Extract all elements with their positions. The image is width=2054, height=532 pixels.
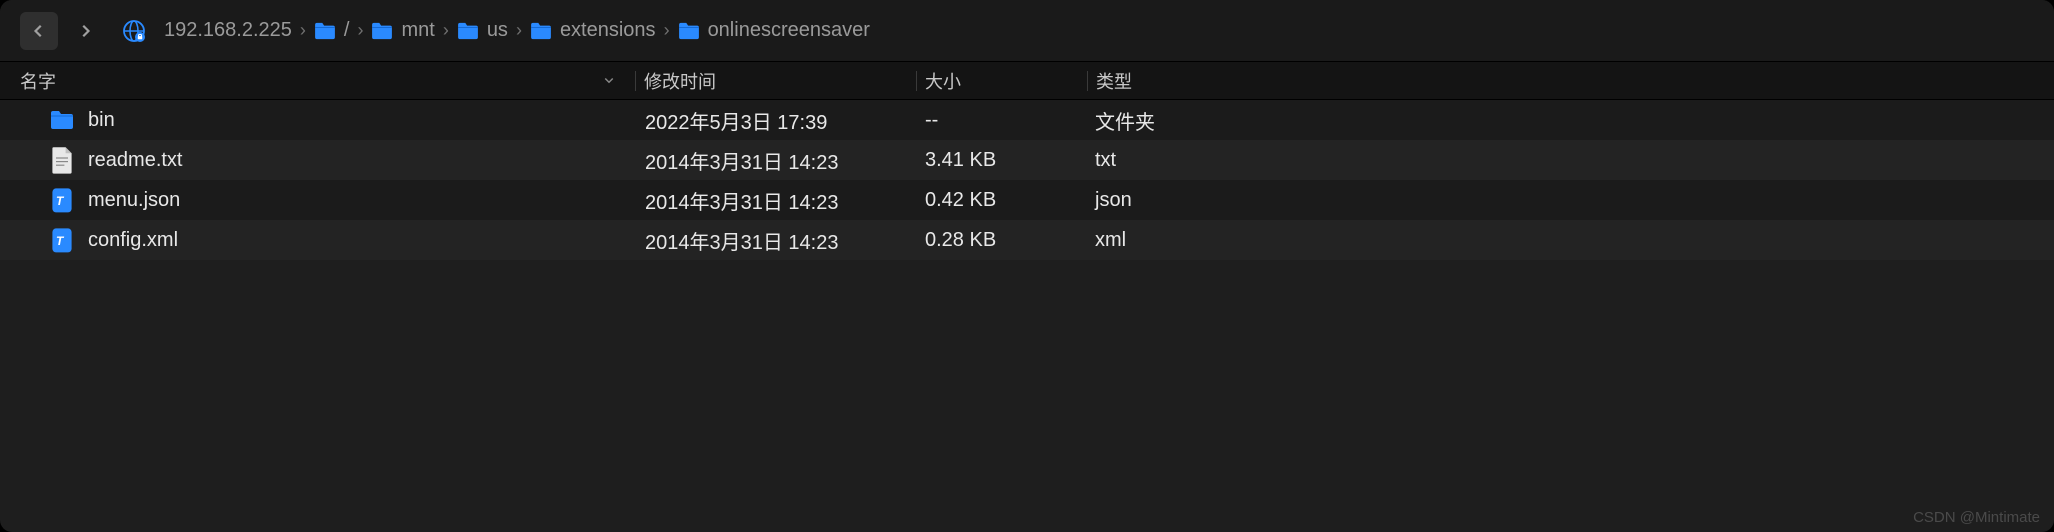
text-file-icon <box>50 148 74 172</box>
file-name: menu.json <box>88 189 180 212</box>
folder-icon <box>50 108 74 132</box>
breadcrumb-current[interactable]: onlinescreensaver <box>676 15 872 46</box>
code-file-icon: T <box>50 188 74 212</box>
header-name[interactable]: 名字 <box>20 68 635 94</box>
breadcrumb-us[interactable]: us <box>455 15 510 46</box>
table-row[interactable]: readme.txt 2014年3月31日 14:23 3.41 KB txt <box>0 140 2054 180</box>
header-size-label: 大小 <box>925 72 961 92</box>
file-date: 2014年3月31日 14:23 <box>635 146 915 175</box>
header-name-label: 名字 <box>20 68 56 94</box>
chevron-right-icon <box>78 24 92 38</box>
file-type: xml <box>1085 229 2034 252</box>
host-label: 192.168.2.225 <box>164 19 292 42</box>
breadcrumb-sep: › <box>664 20 670 41</box>
breadcrumb-sep: › <box>357 20 363 41</box>
breadcrumb-extensions[interactable]: extensions <box>528 15 658 46</box>
file-name: bin <box>88 109 115 132</box>
file-type: json <box>1085 189 2034 212</box>
breadcrumb-mnt[interactable]: mnt <box>369 15 436 46</box>
file-date: 2014年3月31日 14:23 <box>635 186 915 215</box>
folder-icon <box>678 22 700 40</box>
forward-button[interactable] <box>66 12 104 50</box>
back-button[interactable] <box>20 12 58 50</box>
file-size: 3.41 KB <box>915 149 1085 172</box>
breadcrumb-label: onlinescreensaver <box>708 19 870 42</box>
header-size[interactable]: 大小 <box>917 68 1087 94</box>
code-file-icon: T <box>50 228 74 252</box>
file-size: 0.42 KB <box>915 189 1085 212</box>
network-icon <box>122 19 146 43</box>
breadcrumb-label: extensions <box>560 19 656 42</box>
file-name: config.xml <box>88 229 178 252</box>
file-name: readme.txt <box>88 149 182 172</box>
chevron-left-icon <box>32 24 46 38</box>
file-date: 2022年5月3日 17:39 <box>635 106 915 135</box>
header-date-label: 修改时间 <box>644 72 716 92</box>
folder-icon <box>530 22 552 40</box>
file-list: bin 2022年5月3日 17:39 -- 文件夹 readme.txt 20… <box>0 100 2054 532</box>
breadcrumb-root[interactable]: / <box>312 15 352 46</box>
file-type: 文件夹 <box>1085 106 2034 135</box>
toolbar: 192.168.2.225 › / › mnt › <box>0 0 2054 62</box>
folder-icon <box>371 22 393 40</box>
column-headers: 名字 修改时间 大小 类型 <box>0 62 2054 100</box>
breadcrumb-sep: › <box>516 20 522 41</box>
header-date[interactable]: 修改时间 <box>636 68 916 94</box>
table-row[interactable]: T menu.json 2014年3月31日 14:23 0.42 KB jso… <box>0 180 2054 220</box>
file-type: txt <box>1085 149 2034 172</box>
breadcrumb-label: / <box>344 19 350 42</box>
breadcrumb-sep: › <box>443 20 449 41</box>
watermark: CSDN @Mintimate <box>1913 509 2040 526</box>
folder-icon <box>457 22 479 40</box>
breadcrumb-sep: › <box>300 20 306 41</box>
file-size: -- <box>915 109 1085 132</box>
table-row[interactable]: bin 2022年5月3日 17:39 -- 文件夹 <box>0 100 2054 140</box>
file-browser-window: 192.168.2.225 › / › mnt › <box>0 0 2054 532</box>
folder-icon <box>314 22 336 40</box>
file-size: 0.28 KB <box>915 229 1085 252</box>
breadcrumb-host[interactable]: 192.168.2.225 <box>162 15 294 46</box>
breadcrumb: 192.168.2.225 › / › mnt › <box>162 15 872 46</box>
table-row[interactable]: T config.xml 2014年3月31日 14:23 0.28 KB xm… <box>0 220 2054 260</box>
breadcrumb-label: us <box>487 19 508 42</box>
header-type-label: 类型 <box>1096 72 1132 92</box>
chevron-down-icon <box>603 70 615 91</box>
header-type[interactable]: 类型 <box>1088 68 2034 94</box>
file-date: 2014年3月31日 14:23 <box>635 226 915 255</box>
breadcrumb-label: mnt <box>401 19 434 42</box>
